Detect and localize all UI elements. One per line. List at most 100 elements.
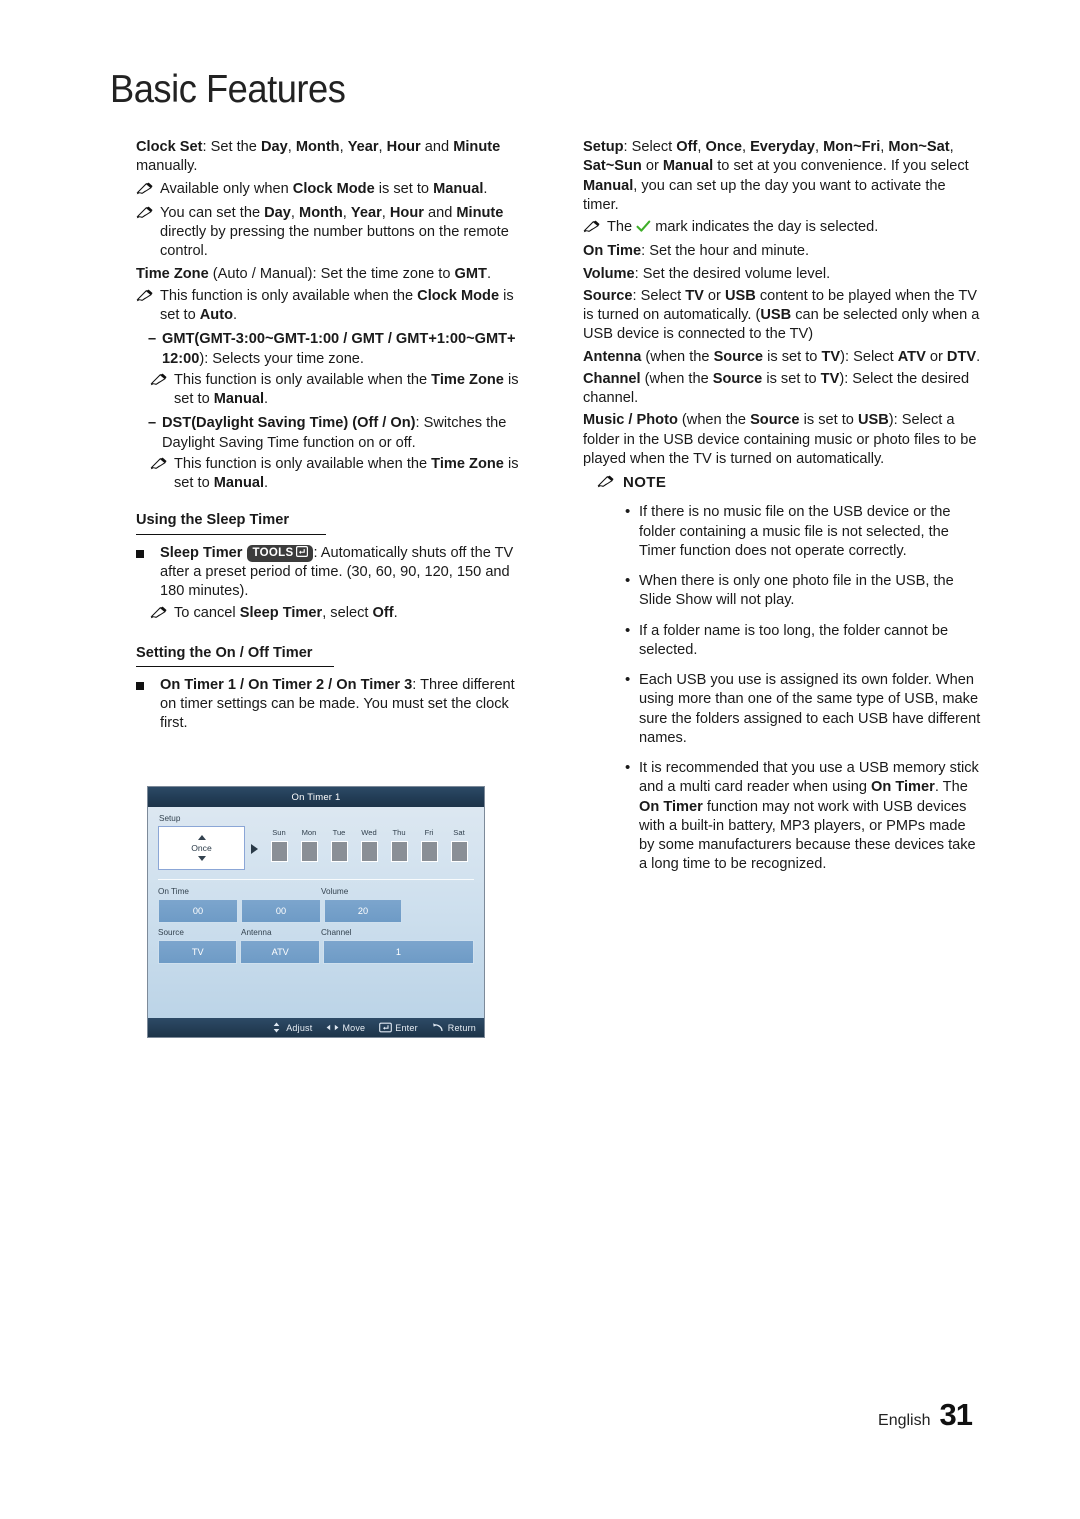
- osd-day-mon[interactable]: Mon: [294, 828, 324, 862]
- bullet-icon: •: [625, 671, 631, 688]
- gmt-item: – GMT(GMT-3:00~GMT-1:00 / GMT / GMT+1:00…: [148, 331, 516, 367]
- pencil-icon: [150, 455, 174, 476]
- note-bullet-text: Each USB you use is assigned its own fol…: [639, 672, 981, 746]
- chevron-up-icon[interactable]: [197, 835, 206, 840]
- day-label: Thu: [392, 828, 406, 837]
- pencil-icon: [136, 180, 160, 201]
- pencil-icon: [597, 473, 623, 494]
- day-checkbox[interactable]: [420, 841, 438, 862]
- clock-set-rest: : Set the: [202, 139, 261, 155]
- day-checkbox[interactable]: [450, 841, 468, 862]
- dash-marker: –: [148, 415, 157, 432]
- square-bullet-icon: [136, 676, 160, 690]
- clock-set-year: Year: [347, 139, 379, 155]
- hint-label: Enter: [395, 1022, 418, 1033]
- pencil-icon: [583, 218, 607, 239]
- clock-set-day: Day: [260, 139, 288, 155]
- pencil-icon: [150, 371, 174, 392]
- chevron-down-icon[interactable]: [197, 856, 206, 861]
- osd-day-sat[interactable]: Sat: [444, 828, 474, 862]
- day-checkbox[interactable]: [360, 841, 378, 862]
- osd-hint-adjust[interactable]: Adjust: [270, 1022, 312, 1033]
- hint-label: Adjust: [286, 1022, 313, 1033]
- note-set-directly: You can set the Day, Month, Year, Hour a…: [136, 204, 532, 262]
- note-time-zone-manual-2: This function is only available when the…: [136, 455, 532, 494]
- osd-hint-return[interactable]: Return: [432, 1022, 476, 1033]
- osd-volume-field[interactable]: 20: [324, 899, 402, 923]
- osd-setup-row: Once Sun Mon Tue Wed Thu Fri Sat: [158, 826, 474, 870]
- osd-volume-label: Volume: [321, 887, 349, 896]
- section-heading-on-off-timer: Setting the On / Off Timer: [136, 644, 334, 667]
- note-clock-mode-auto: This function is only available when the…: [136, 287, 532, 326]
- left-right-arrow-icon: [326, 1022, 339, 1033]
- day-label: Fri: [424, 828, 434, 837]
- osd-day-checkboxes: Sun Mon Tue Wed Thu Fri Sat: [264, 826, 474, 862]
- osd-setup-spinner[interactable]: Once: [158, 826, 245, 870]
- source-paragraph: Source: Select TV or USB content to be p…: [583, 287, 980, 343]
- page-title: Basic Features: [110, 68, 346, 111]
- osd-day-fri[interactable]: Fri: [414, 828, 444, 862]
- osd-day-thu[interactable]: Thu: [384, 828, 414, 862]
- page-footer: English 31: [878, 1397, 973, 1433]
- osd-channel-field[interactable]: 1: [322, 940, 474, 964]
- bullet-icon: •: [625, 503, 631, 521]
- note-text: This function is only available when the: [160, 287, 418, 304]
- bullet-icon: •: [625, 572, 631, 589]
- section-heading-sleep-timer: Using the Sleep Timer: [136, 511, 326, 535]
- right-column: Setup: Select Off, Once, Everyday, Mon~F…: [583, 138, 983, 886]
- clock-set-paragraph: Clock Set: Set the Day, Month, Year, Hou…: [136, 139, 501, 175]
- day-checkbox[interactable]: [300, 841, 318, 862]
- pencil-icon: [150, 604, 174, 625]
- music-photo-paragraph: Music / Photo (when the Source is set to…: [583, 412, 977, 467]
- antenna-term: Antenna: [583, 348, 642, 365]
- osd-setup-label: Setup: [159, 814, 181, 823]
- on-time-paragraph: On Time: Set the hour and minute.: [583, 243, 810, 260]
- osd-hint-move[interactable]: Move: [326, 1022, 365, 1033]
- bullet-icon: •: [625, 759, 631, 776]
- osd-hour-field[interactable]: 00: [158, 899, 238, 923]
- sleep-timer-item: Sleep Timer TOOLS: Automatically shuts o…: [136, 544, 532, 602]
- volume-paragraph: Volume: Set the desired volume level.: [583, 265, 831, 282]
- day-checkbox[interactable]: [330, 841, 348, 862]
- hint-label: Move: [342, 1022, 366, 1033]
- day-checkbox[interactable]: [270, 841, 288, 862]
- note-bullet: • If there is no music file on the USB d…: [583, 503, 983, 561]
- day-label: Wed: [361, 828, 377, 837]
- square-bullet-icon: [136, 544, 160, 558]
- day-checkbox[interactable]: [390, 841, 408, 862]
- osd-hint-enter[interactable]: Enter: [379, 1022, 418, 1033]
- dash-marker: –: [148, 331, 157, 348]
- osd-divider: [158, 879, 474, 880]
- left-column: Clock Set: Set the Day, Month, Year, Hou…: [136, 138, 532, 737]
- osd-day-sun[interactable]: Sun: [264, 828, 294, 862]
- note-cancel-sleep-timer: To cancel Sleep Timer, select Off.: [136, 604, 532, 625]
- pencil-icon: [136, 287, 160, 308]
- note-block-heading: NOTE: [583, 473, 983, 494]
- osd-minute-field[interactable]: 00: [241, 899, 321, 923]
- footer-language: English: [878, 1412, 931, 1429]
- clock-set-minute: Minute: [453, 139, 501, 155]
- hint-label: Return: [447, 1022, 476, 1033]
- note-text: This function is only available when the: [174, 371, 432, 388]
- osd-day-wed[interactable]: Wed: [354, 828, 384, 862]
- osd-antenna-label: Antenna: [241, 928, 272, 937]
- return-arrow-icon: [432, 1022, 445, 1033]
- note-time-zone-manual-1: This function is only available when the…: [136, 371, 532, 410]
- clock-set-term: Clock Set: [136, 139, 203, 155]
- note-bullet: • If a folder name is too long, the fold…: [583, 622, 983, 661]
- on-time-term: On Time: [583, 243, 642, 260]
- osd-source-field[interactable]: TV: [158, 940, 238, 964]
- osd-time-volume-values: 00 00 20: [158, 899, 474, 923]
- tools-badge: TOOLS: [246, 544, 314, 562]
- osd-day-tue[interactable]: Tue: [324, 828, 354, 862]
- setup-term: Setup: [583, 139, 624, 155]
- note-text: You can set the: [160, 204, 265, 221]
- osd-antenna-field[interactable]: ATV: [240, 940, 320, 964]
- music-photo-term: Music / Photo: [583, 412, 678, 429]
- tools-enter-icon: [296, 545, 309, 557]
- dst-item: – DST(Daylight Saving Time) (Off / On): …: [148, 415, 507, 451]
- antenna-paragraph: Antenna (when the Source is set to TV): …: [583, 348, 981, 365]
- pencil-icon: [136, 204, 160, 225]
- osd-source-values: TV ATV 1: [158, 940, 474, 964]
- day-label: Tue: [332, 828, 346, 837]
